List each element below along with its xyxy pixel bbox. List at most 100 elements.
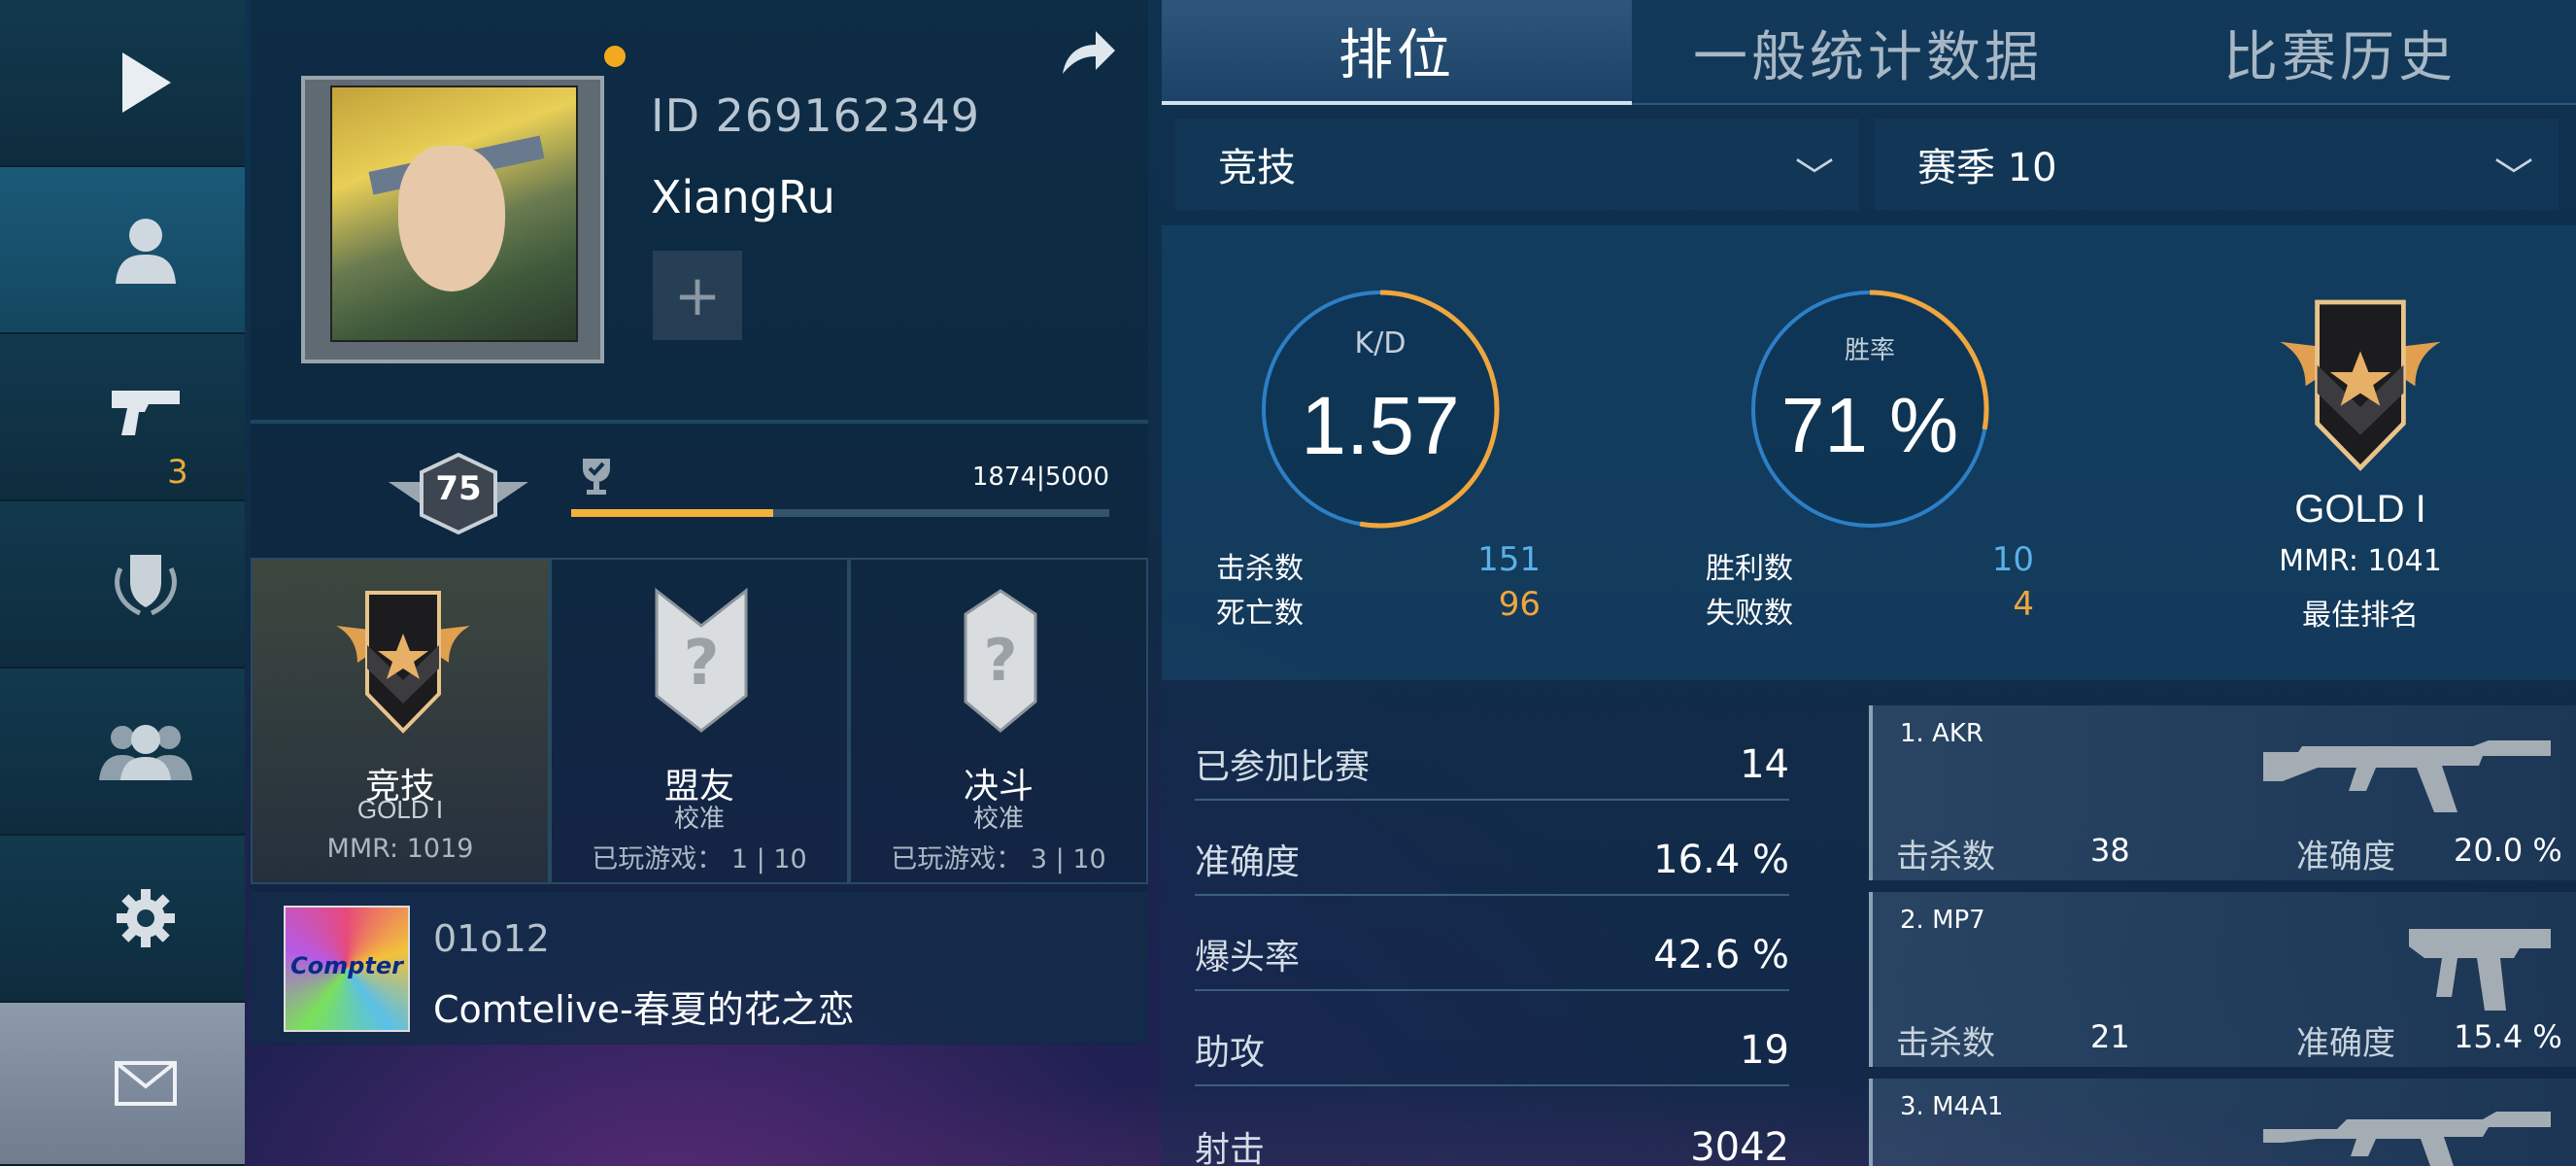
pistol-icon (112, 391, 180, 435)
mode-status: 校准 (972, 805, 1024, 834)
summary-value: 16.4 % (1653, 838, 1789, 882)
weapon-name: 3. M4A1 (1900, 1092, 2004, 1121)
sidebar-item-ranks[interactable] (0, 501, 245, 669)
tab-match-history[interactable]: 比赛历史 (2104, 0, 2576, 105)
weapon-accuracy: 20.0 % (2454, 832, 2562, 869)
weapon-kills-label: 击杀数 (1896, 838, 1995, 876)
chevron-down-icon: ﹀ (2494, 155, 2533, 200)
friends-icon (99, 725, 192, 780)
mode-dropdown-value: 竞技 (1218, 146, 1296, 190)
best-rank-label: 最佳排名 (2302, 599, 2419, 633)
sidebar-item-settings[interactable] (0, 836, 245, 1003)
summary-value: 3042 (1690, 1125, 1789, 1166)
play-icon (122, 52, 171, 113)
summary-label: 射击 (1195, 1130, 1266, 1166)
deaths-label: 死亡数 (1216, 597, 1304, 631)
player-id: ID 269162349 (651, 89, 981, 142)
weapon-card[interactable]: 1. AKR 击杀数 38 准确度 20.0 % (1869, 705, 2576, 880)
chevron-down-icon: ﹀ (1795, 155, 1834, 200)
weapon-card[interactable]: 3. M4A1 (1869, 1079, 2576, 1166)
deaths-value: 96 (1498, 585, 1541, 624)
summary-value: 14 (1740, 742, 1789, 787)
profile-icon (116, 219, 176, 284)
xp-text: 1874|5000 (971, 463, 1109, 492)
sidebar-item-mail[interactable] (0, 1003, 245, 1166)
add-button[interactable]: + (653, 251, 742, 340)
kd-value: 1.57 (1301, 380, 1460, 471)
season-dropdown-value: 赛季 10 (1917, 146, 2057, 190)
mail-icon (115, 1061, 177, 1106)
player-name: XiangRu (651, 171, 835, 223)
kd-label: K/D (1354, 326, 1407, 360)
weapon-accuracy-label: 准确度 (2296, 838, 2395, 876)
summary-value: 19 (1740, 1028, 1789, 1073)
mode-card-allies[interactable]: ? 盟友 校准 已玩游戏： 1 | 10 (550, 558, 849, 884)
summary-label: 爆头率 (1195, 938, 1301, 977)
sidebar-item-friends[interactable] (0, 669, 245, 836)
mode-dropdown[interactable]: 竞技 (1175, 119, 1859, 210)
avatar-face (398, 146, 505, 292)
sidebar-item-play[interactable] (0, 0, 245, 167)
summary-row: 已参加比赛 14 (1195, 705, 1789, 801)
xp-progress-fill (571, 509, 773, 517)
winrate-value: 71 % (1780, 382, 1959, 468)
summary-row: 准确度 16.4 % (1195, 801, 1789, 896)
summary-label: 助攻 (1195, 1033, 1266, 1073)
tab-bar: 排位 一般统计数据 比赛历史 (1162, 0, 2576, 105)
xp-progress-bar (571, 509, 1109, 517)
mode-games-played: 已玩游戏： 1 | 10 (592, 844, 807, 874)
sidebar-item-profile[interactable] (0, 167, 245, 334)
svg-text:?: ? (984, 627, 1018, 695)
tab-general-stats[interactable]: 一般统计数据 (1632, 0, 2104, 105)
mode-games-played: 已玩游戏： 3 | 10 (891, 844, 1106, 874)
share-icon[interactable] (1059, 27, 1117, 78)
weapon-kills-label: 击杀数 (1896, 1024, 1995, 1063)
rifle-icon (2263, 1112, 2551, 1166)
weapon-name: 1. AKR (1900, 719, 1983, 748)
kills-label: 击杀数 (1216, 552, 1304, 586)
summary-row: 爆头率 42.6 % (1195, 896, 1789, 991)
gold-rank-icon (2280, 299, 2441, 471)
weapon-accuracy-label: 准确度 (2296, 1024, 2395, 1063)
gear-icon (117, 889, 175, 947)
mode-card-competitive[interactable]: 竞技 GOLD I MMR: 1019 (251, 558, 550, 884)
losses-label: 失败数 (1706, 597, 1793, 631)
level-number: 75 (435, 469, 482, 508)
smg-icon (2409, 929, 2551, 1011)
mode-status: 校准 (673, 805, 725, 834)
music-title: Comtelive-春夏的花之恋 (433, 988, 855, 1031)
summary-row: 射击 3042 (1195, 1086, 1789, 1166)
rank-title: GOLD I (2294, 488, 2426, 531)
sidebar: 3 (0, 0, 245, 1166)
mode-card-duel[interactable]: ? 决斗 校准 已玩游戏： 3 | 10 (849, 558, 1148, 884)
losses-value: 4 (2013, 585, 2034, 624)
rifle-icon (2263, 740, 2551, 812)
unknown-rank-icon: ? (655, 587, 748, 733)
weapon-accuracy: 15.4 % (2454, 1018, 2562, 1055)
wins-label: 胜利数 (1706, 552, 1793, 586)
weapon-card[interactable]: 2. MP7 击杀数 21 准确度 15.4 % (1869, 892, 2576, 1067)
mode-rank: GOLD I (356, 795, 444, 824)
sidebar-item-weapons[interactable]: 3 (0, 334, 245, 501)
mode-mmr: MMR: 1019 (326, 834, 474, 864)
trophy-icon (583, 459, 610, 495)
weapons-count-badge: 3 (167, 453, 188, 492)
tab-ranking[interactable]: 排位 (1162, 0, 1632, 105)
album-art-text: Compter (290, 952, 403, 979)
gold-rank-icon (336, 591, 470, 734)
svg-text:?: ? (683, 628, 719, 700)
kills-value: 151 (1477, 540, 1541, 579)
summary-row: 助攻 19 (1195, 991, 1789, 1086)
weapon-kills: 21 (2090, 1018, 2130, 1055)
summary-value: 42.6 % (1653, 933, 1789, 977)
weapon-kills: 38 (2090, 832, 2130, 869)
rank-mmr: MMR: 1041 (2279, 544, 2442, 578)
music-code: 01o12 (433, 917, 550, 960)
wins-value: 10 (1991, 540, 2034, 579)
shield-laurel-icon (115, 555, 177, 616)
summary-label: 准确度 (1195, 842, 1301, 882)
season-dropdown[interactable]: 赛季 10 (1875, 119, 2559, 210)
profile-divider (251, 420, 1148, 424)
summary-label: 已参加比赛 (1195, 747, 1371, 787)
unknown-rank-icon: ? (964, 589, 1037, 733)
